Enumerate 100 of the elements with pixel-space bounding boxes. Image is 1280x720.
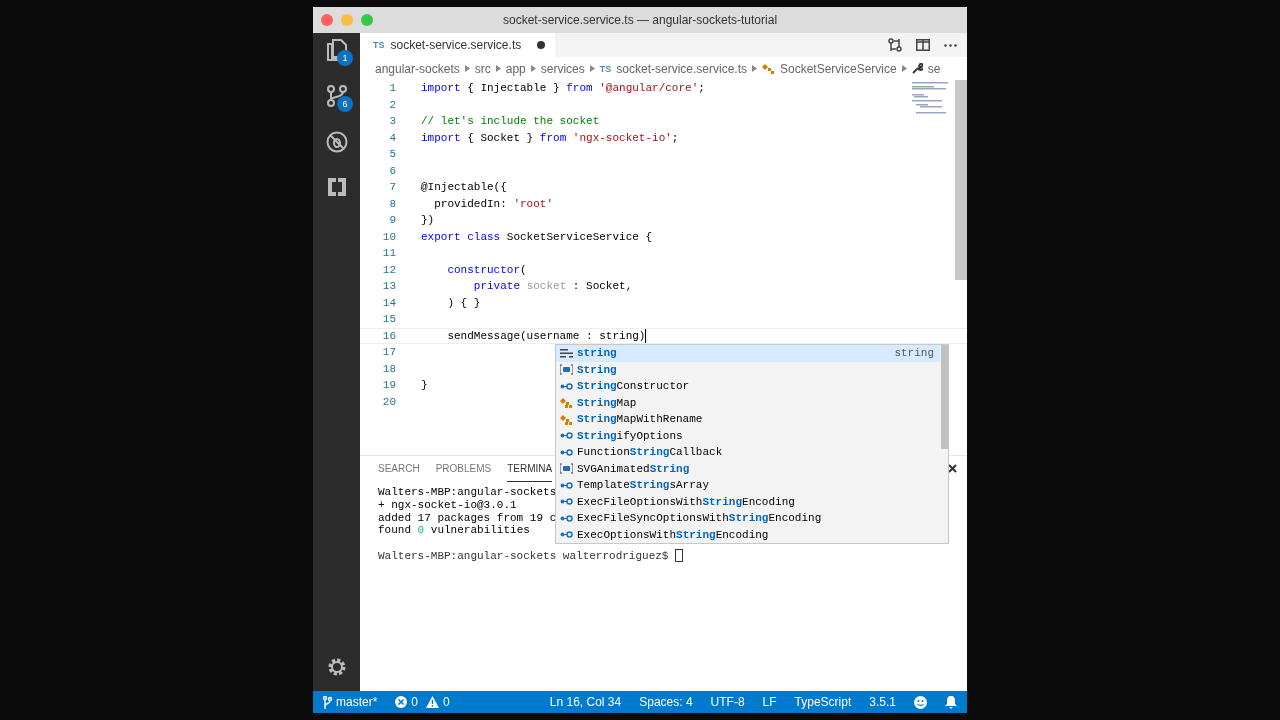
line-number: 18 bbox=[381, 362, 396, 375]
suggestion-item[interactable]: String bbox=[556, 361, 940, 378]
chevron-icon bbox=[752, 65, 757, 72]
line-number: 10 bbox=[381, 230, 396, 243]
error-icon bbox=[395, 696, 408, 708]
smiley-icon[interactable] bbox=[914, 695, 927, 709]
suggestion-item[interactable]: StringConstructor bbox=[556, 378, 940, 395]
line-number: 13 bbox=[381, 280, 396, 293]
editor-tab[interactable]: TS socket-service.service.ts bbox=[360, 33, 556, 57]
suggestion-item[interactable]: ExecFileSyncOptionsWithStringEncoding bbox=[556, 510, 940, 527]
line-number: 3 bbox=[388, 115, 396, 128]
breadcrumb[interactable]: se bbox=[927, 61, 941, 76]
line-number: 1 bbox=[388, 82, 396, 95]
suggestion-item[interactable]: SVGAnimatedString bbox=[556, 460, 940, 477]
files-icon bbox=[326, 39, 347, 61]
line-number: 6 bbox=[388, 164, 396, 177]
terminal-line: added 17 packages from 19 c bbox=[378, 511, 557, 524]
suggestion-item[interactable]: StringifyOptions bbox=[556, 427, 940, 444]
line-number: 12 bbox=[381, 263, 396, 276]
wrench-icon bbox=[911, 63, 923, 74]
class-icon bbox=[762, 63, 775, 74]
breadcrumb[interactable]: src bbox=[474, 61, 491, 76]
code-line: // let's include the socket bbox=[421, 115, 600, 128]
terminal-line: Walters-MBP:angular-sockets bbox=[378, 486, 557, 499]
split-editor-icon[interactable] bbox=[916, 39, 930, 51]
count-badge: 6 bbox=[337, 96, 353, 112]
line-number: 15 bbox=[381, 313, 396, 326]
debug-icon bbox=[325, 131, 348, 153]
suggestion-item[interactable]: ExecOptionsWithStringEncoding bbox=[556, 526, 940, 543]
bell-icon[interactable] bbox=[945, 695, 957, 709]
line-number: 4 bbox=[388, 131, 396, 144]
chevron-icon bbox=[901, 65, 907, 72]
suggestion-item[interactable]: ExecFileOptionsWithStringEncoding bbox=[556, 493, 940, 510]
code-line: @Injectable({ bbox=[421, 181, 507, 194]
line-number: 11 bbox=[381, 247, 396, 260]
typescript-icon: TS bbox=[599, 63, 612, 74]
breadcrumb[interactable]: services bbox=[540, 61, 585, 76]
interface-icon bbox=[560, 380, 573, 392]
code-line: sendMessage(username : string) bbox=[446, 328, 647, 343]
breadcrumb[interactable]: SocketServiceService bbox=[780, 61, 897, 76]
status-item[interactable]: Spaces: 4 bbox=[639, 695, 693, 709]
interface-icon bbox=[560, 496, 573, 508]
status-item[interactable]: Ln 16, Col 34 bbox=[549, 695, 622, 709]
branch-icon bbox=[323, 695, 332, 709]
status-item[interactable]: 3.5.1 bbox=[869, 695, 896, 709]
suggestion-item[interactable]: string string bbox=[556, 345, 940, 362]
breadcrumb[interactable]: app bbox=[505, 61, 526, 76]
status-item[interactable]: TypeScript bbox=[794, 695, 852, 709]
class-icon bbox=[560, 413, 573, 425]
chevron-icon bbox=[530, 65, 536, 72]
suggestion-item[interactable]: StringMapWithRename bbox=[556, 411, 940, 428]
code-line: providedIn: 'root' bbox=[433, 197, 554, 210]
variable-icon bbox=[560, 364, 573, 376]
scrollbar[interactable] bbox=[955, 80, 967, 280]
more-icon[interactable] bbox=[944, 43, 957, 47]
code-line: import { Injectable } from '@angular/core'; bbox=[421, 82, 705, 95]
interface-icon bbox=[560, 529, 573, 541]
code-line: } bbox=[421, 379, 428, 392]
panel-tab[interactable]: PROBLEMS bbox=[435, 456, 492, 482]
suggestion-item[interactable]: FunctionStringCallback bbox=[556, 444, 940, 461]
terminal-prompt: Walters-MBP:angular-sockets walterrodriguez$ bbox=[378, 549, 670, 562]
terminal-line: + ngx-socket-io@3.0.1 bbox=[378, 499, 517, 512]
suggestion-item[interactable]: TemplateStringsArray bbox=[556, 477, 940, 494]
line-number: 2 bbox=[388, 98, 396, 111]
breadcrumb[interactable]: angular-sockets bbox=[375, 61, 460, 76]
extensions-icon bbox=[326, 177, 347, 197]
close-icon[interactable] bbox=[948, 464, 957, 473]
breadcrumb[interactable]: socket-service.service.ts bbox=[616, 61, 747, 76]
code-line: constructor( bbox=[446, 263, 527, 276]
interface-icon bbox=[560, 512, 573, 524]
line-number: 17 bbox=[381, 346, 396, 359]
interface-icon bbox=[560, 446, 573, 458]
code-line: private socket : Socket, bbox=[472, 280, 633, 293]
terminal-line: found 0 vulnerabilities bbox=[378, 524, 530, 537]
keyword-icon bbox=[560, 347, 573, 359]
chevron-icon bbox=[589, 65, 595, 72]
variable-icon bbox=[560, 463, 573, 475]
suggestion-item[interactable]: StringMap bbox=[556, 394, 940, 411]
panel-tab[interactable]: SEARCH bbox=[378, 456, 420, 482]
interface-icon bbox=[560, 479, 573, 491]
code-line: }) bbox=[421, 214, 435, 227]
line-number: 5 bbox=[388, 148, 396, 161]
chevron-icon bbox=[495, 65, 501, 72]
window-title: socket-service.service.ts — angular-sockets-tutorial bbox=[502, 13, 778, 27]
line-number: 19 bbox=[381, 379, 396, 392]
line-number: 20 bbox=[381, 395, 396, 408]
branch-status[interactable]: master* bbox=[323, 695, 378, 709]
status-item[interactable]: UTF-8 bbox=[710, 695, 745, 709]
settings-icon[interactable] bbox=[326, 657, 347, 677]
code-line: ) { } bbox=[446, 296, 481, 309]
chevron-icon bbox=[464, 65, 470, 72]
problems-status[interactable]: 0 0 bbox=[395, 695, 450, 709]
warning-icon bbox=[426, 696, 440, 708]
scrollbar[interactable] bbox=[941, 345, 948, 449]
interface-icon bbox=[560, 430, 573, 442]
status-item[interactable]: LF bbox=[762, 695, 777, 709]
line-number: 9 bbox=[388, 214, 396, 227]
code-line: export class SocketServiceService { bbox=[421, 230, 653, 243]
panel-tab[interactable]: TERMINA bbox=[507, 456, 553, 482]
compare-icon[interactable] bbox=[888, 38, 902, 52]
